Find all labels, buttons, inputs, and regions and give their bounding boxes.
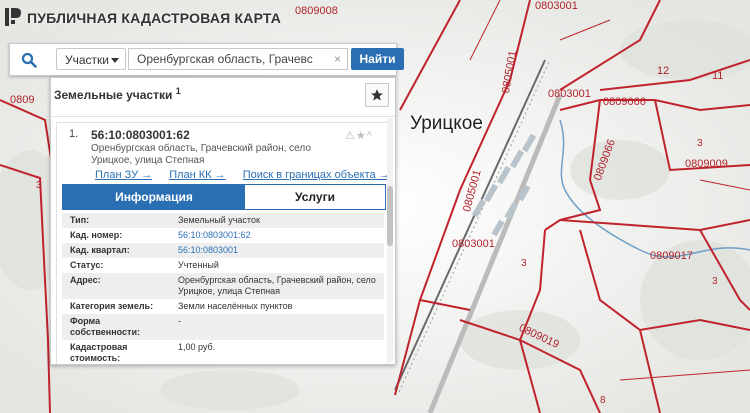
info-key: Кад. номер: [70,230,123,240]
results-count: 1 [175,86,181,96]
table-row: Тип: Земельный участок [62,213,384,228]
map-label-0809009: 0809009 [685,158,728,170]
map-label-3a: 3 [36,180,42,191]
info-key: Статус: [70,260,104,270]
map-label-0803001-mid: 0803001 [548,88,591,100]
info-value: Земельный участок [170,213,384,228]
map-label-11: 11 [712,70,724,82]
panel-title-text: Земельные участки [54,88,173,102]
map-label-8: 8 [600,395,606,406]
divider [51,116,395,117]
clear-icon[interactable]: × [330,49,341,69]
map-label-0809066: 0809066 [603,96,646,108]
favorite-button[interactable] [365,83,389,107]
table-row: Статус: Учтенный [62,258,384,273]
info-value: Земли населённых пунктов [178,301,293,311]
search-icon[interactable] [10,44,48,75]
link-plan-kk[interactable]: План КК → [169,169,225,181]
map-label-0809008: 0809008 [295,5,338,17]
find-button[interactable]: Найти [351,48,404,70]
map-label-0803001-low: 0803001 [452,238,495,250]
info-value: 1,00 руб. [178,342,216,352]
info-key: Кад. квартал: [62,243,170,258]
logo-icon[interactable] [4,6,22,28]
panel-scrollbar[interactable] [387,118,393,362]
app-title: ПУБЛИЧНАЯ КАДАСТРОВАЯ КАРТА [27,10,282,26]
search-bar: Участки Оренбургская область, Грачевс × … [9,43,404,76]
table-row: Кадастровая стоимость: 1,00 руб. [62,340,384,364]
panel-header: Земельные участки 1 [51,78,395,114]
map-label-0809: 0809 [10,94,35,106]
map-label-12: 12 [657,65,670,77]
info-value-link[interactable]: 56:10:0803001:62 [170,228,384,243]
star-outline-icon[interactable]: ★ [356,130,367,142]
result-links: План ЗУ → План КК → Поиск в границах объ… [95,169,395,181]
link-plan-zu[interactable]: План ЗУ → [95,169,152,181]
info-key: Категория земель: [70,301,154,311]
chevron-down-icon [111,58,119,63]
panel-title: Земельные участки 1 [54,86,181,102]
tab-info[interactable]: Информация [63,185,245,209]
card-action-icons: ⚠★^ [345,129,373,142]
info-table: Тип: Земельный участок Кад. номер: 56:10… [62,213,384,364]
info-value-link[interactable]: 56:10:0803001 [170,243,384,258]
map-label-0809017: 0809017 [650,250,693,262]
search-type-label: Участки [65,53,109,67]
info-key: Адрес: [62,273,170,299]
star-icon [371,89,383,101]
map-label-0803001-top: 0803001 [535,0,578,12]
info-key: Тип: [62,213,170,228]
info-key: Форма собственности: [62,314,170,340]
table-row: Категория земель: Земли населённых пункт… [62,299,384,314]
table-row: Адрес: Оренбургская область, Грачевский … [62,273,384,299]
village-label: Урицкое [410,113,483,134]
info-key: Кадастровая стоимость: [70,342,128,363]
results-panel: Земельные участки 1 1. 56:10:0803001:62 … [50,77,396,365]
info-value: - [170,314,384,340]
search-type-select[interactable]: Участки [56,48,126,70]
table-row: Кад. номер: 56:10:0803001:62 [62,228,384,243]
map-label-3c: 3 [712,276,718,287]
tab-bar: Информация Услуги [62,184,386,210]
map-label-3d: 3 [697,138,703,149]
tab-services[interactable]: Услуги [245,185,385,209]
link-search-in-bounds[interactable]: Поиск в границах объекта → [243,169,390,181]
search-input-value: Оренбургская область, Грачевс [137,52,313,66]
result-card[interactable]: 1. 56:10:0803001:62 Оренбургская область… [56,122,390,364]
result-cadastral-number[interactable]: 56:10:0803001:62 [91,128,190,142]
info-value: Оренбургская область, Грачевский район, … [170,273,384,299]
search-input[interactable]: Оренбургская область, Грачевс × [128,48,348,70]
result-address: Оренбургская область, Грачевский район, … [91,143,311,166]
table-row: Форма собственности: - [62,314,384,340]
map-label-3b: 3 [521,258,527,269]
chevron-up-icon[interactable]: ^ [367,130,373,142]
warning-icon[interactable]: ⚠ [345,130,356,142]
result-index: 1. [69,128,79,140]
scrollbar-thumb[interactable] [387,186,393,246]
info-value: Учтенный [178,260,219,270]
table-row: Кад. квартал: 56:10:0803001 [62,243,384,258]
